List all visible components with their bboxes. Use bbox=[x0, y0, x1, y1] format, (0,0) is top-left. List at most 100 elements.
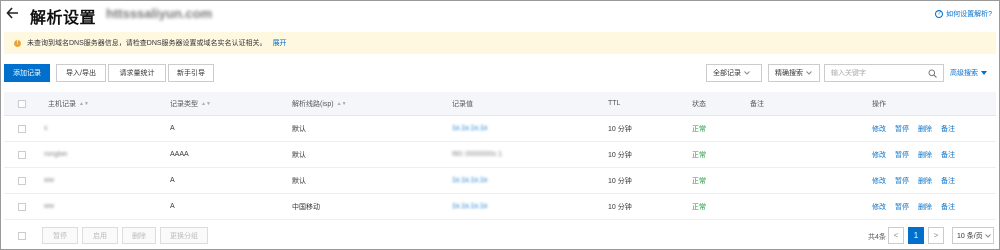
back-arrow-icon[interactable] bbox=[6, 6, 20, 20]
guide-button[interactable]: 新手引导 bbox=[168, 64, 214, 82]
caret-down-icon bbox=[981, 71, 987, 75]
record-value[interactable]: 1x.1x.1x.1x bbox=[452, 203, 487, 210]
footer-select-all-checkbox[interactable] bbox=[18, 227, 26, 244]
remark-link[interactable]: 备注 bbox=[941, 202, 955, 212]
help-link[interactable]: ? 如何设置解析? bbox=[935, 9, 992, 19]
question-icon: ? bbox=[935, 10, 944, 18]
record-value: f80::0000000c:1 bbox=[452, 151, 503, 158]
record-type: A bbox=[170, 203, 175, 210]
row-actions: 修改 暂停 删除 备注 bbox=[872, 168, 964, 193]
table-footer: 暂停 启用 删除 更换分组 共4条 < 1 > 10 条/页 bbox=[4, 227, 996, 247]
status-text: 正常 bbox=[692, 203, 706, 211]
delete-link[interactable]: 删除 bbox=[918, 176, 932, 186]
table-row: ww A 默认 1x.1x.1x.1x 10 分钟 正常 修改 暂停 删除 备注 bbox=[4, 168, 996, 194]
remark-link[interactable]: 备注 bbox=[941, 176, 955, 186]
chevron-down-icon bbox=[984, 233, 991, 238]
search-icon[interactable] bbox=[928, 69, 937, 78]
edit-link[interactable]: 修改 bbox=[872, 176, 886, 186]
host-record: ww bbox=[44, 177, 55, 184]
record-type: A bbox=[170, 177, 175, 184]
pause-link[interactable]: 暂停 bbox=[895, 202, 909, 212]
col-line[interactable]: 解析线路(isp) ▲▼ bbox=[292, 92, 347, 115]
prev-page-button[interactable]: < bbox=[888, 227, 904, 244]
warning-icon: ! bbox=[14, 39, 21, 47]
pause-button[interactable]: 暂停 bbox=[42, 227, 78, 244]
sort-icon: ▲▼ bbox=[79, 100, 89, 107]
col-type[interactable]: 记录类型 ▲▼ bbox=[170, 92, 211, 115]
chevron-down-icon bbox=[744, 71, 750, 75]
domain-name: httsssaliyun.com bbox=[106, 6, 213, 21]
table-row: s A 默认 1x.1x.1x.1x 10 分钟 正常 修改 暂停 删除 备注 bbox=[4, 116, 996, 142]
row-checkbox[interactable] bbox=[18, 194, 26, 219]
col-ttl: TTL bbox=[608, 100, 621, 107]
import-export-button[interactable]: 导入/导出 bbox=[56, 64, 106, 82]
toolbar: 添加记录 导入/导出 请求量统计 新手引导 全部记录 精确搜索 输入关键字 高级… bbox=[4, 64, 996, 84]
row-checkbox[interactable] bbox=[18, 116, 26, 141]
edit-link[interactable]: 修改 bbox=[872, 150, 886, 160]
add-record-button[interactable]: 添加记录 bbox=[4, 64, 50, 82]
page-size-select[interactable]: 10 条/页 bbox=[952, 227, 994, 244]
table-row: rongbei AAAA 默认 f80::0000000c:1 10 分钟 正常 修改 暂停删… bbox=[4, 142, 996, 168]
record-value[interactable]: 1x.1x.1x.1x bbox=[452, 177, 487, 184]
col-actions: 操作 bbox=[872, 100, 886, 108]
delete-link[interactable]: 删除 bbox=[918, 150, 932, 160]
change-group-button[interactable]: 更换分组 bbox=[160, 227, 208, 244]
remark-link[interactable]: 备注 bbox=[941, 124, 955, 134]
host-record: s bbox=[44, 125, 48, 132]
table-row: ww A 中国移动 1x.1x.1x.1x 10 分钟 正常 修改 暂停 删除 备注 bbox=[4, 194, 996, 220]
next-page-button[interactable]: > bbox=[928, 227, 944, 244]
delete-link[interactable]: 删除 bbox=[918, 202, 932, 212]
record-type: A bbox=[170, 125, 175, 132]
edit-link[interactable]: 修改 bbox=[872, 202, 886, 212]
search-input[interactable]: 输入关键字 bbox=[824, 64, 944, 82]
record-value[interactable]: 1x.1x.1x.1x bbox=[452, 125, 487, 132]
select-all-checkbox[interactable] bbox=[18, 92, 26, 115]
col-type-label: 记录类型 bbox=[170, 100, 198, 108]
help-label: 如何设置解析? bbox=[946, 11, 992, 18]
host-record: ww bbox=[44, 203, 55, 210]
record-filter-value: 全部记录 bbox=[713, 70, 741, 77]
search-mode-value: 精确搜索 bbox=[775, 70, 803, 77]
ttl-value: 10 分钟 bbox=[608, 151, 632, 159]
resolution-line: 中国移动 bbox=[292, 203, 320, 211]
delete-button[interactable]: 删除 bbox=[122, 227, 156, 244]
col-line-label: 解析线路(isp) bbox=[292, 100, 334, 108]
col-remark: 备注 bbox=[750, 100, 764, 108]
ttl-value: 10 分钟 bbox=[608, 203, 632, 211]
request-stats-button[interactable]: 请求量统计 bbox=[108, 64, 166, 82]
search-placeholder: 输入关键字 bbox=[831, 70, 866, 77]
enable-button[interactable]: 启用 bbox=[82, 227, 118, 244]
dns-notice: ! 未查询到域名DNS服务器信息，请检查DNS服务器设置或域名实名认证相关。 展… bbox=[4, 32, 996, 54]
advanced-search-link[interactable]: 高级搜索 bbox=[950, 68, 987, 78]
row-checkbox[interactable] bbox=[18, 168, 26, 193]
col-status: 状态 bbox=[692, 100, 706, 108]
page-size-value: 10 条/页 bbox=[957, 232, 983, 240]
ttl-value: 10 分钟 bbox=[608, 125, 632, 133]
search-mode-select[interactable]: 精确搜索 bbox=[768, 64, 820, 82]
host-record: rongbei bbox=[44, 151, 68, 158]
edit-link[interactable]: 修改 bbox=[872, 124, 886, 134]
table-header: 主机记录 ▲▼ 记录类型 ▲▼ 解析线路(isp) ▲▼ 记录值 TTL 状态 备注 … bbox=[4, 92, 996, 116]
row-actions: 修改 暂停 删除 备注 bbox=[872, 194, 964, 219]
pause-link[interactable]: 暂停 bbox=[895, 150, 909, 160]
notice-text: 未查询到域名DNS服务器信息，请检查DNS服务器设置或域名实名认证相关。 bbox=[27, 40, 267, 47]
dns-records-table: 主机记录 ▲▼ 记录类型 ▲▼ 解析线路(isp) ▲▼ 记录值 TTL 状态 备注 … bbox=[4, 92, 996, 220]
col-host[interactable]: 主机记录 ▲▼ bbox=[48, 92, 89, 115]
pause-link[interactable]: 暂停 bbox=[895, 176, 909, 186]
advanced-search-label: 高级搜索 bbox=[950, 70, 978, 77]
total-count: 共4条 bbox=[868, 234, 886, 241]
pause-link[interactable]: 暂停 bbox=[895, 124, 909, 134]
notice-expand-link[interactable]: 展开 bbox=[273, 38, 287, 48]
record-filter-select[interactable]: 全部记录 bbox=[706, 64, 762, 82]
delete-link[interactable]: 删除 bbox=[918, 124, 932, 134]
remark-link[interactable]: 备注 bbox=[941, 150, 955, 160]
chevron-down-icon bbox=[806, 71, 812, 75]
sort-icon: ▲▼ bbox=[336, 100, 347, 107]
page-1-button[interactable]: 1 bbox=[908, 227, 924, 244]
col-value: 记录值 bbox=[452, 100, 473, 108]
ttl-value: 10 分钟 bbox=[608, 177, 632, 185]
row-checkbox[interactable] bbox=[18, 142, 26, 167]
status-text: 正常 bbox=[692, 177, 706, 185]
page-header: 解析设置 httsssaliyun.com ? 如何设置解析? bbox=[0, 0, 1000, 28]
record-type: AAAA bbox=[170, 151, 189, 158]
